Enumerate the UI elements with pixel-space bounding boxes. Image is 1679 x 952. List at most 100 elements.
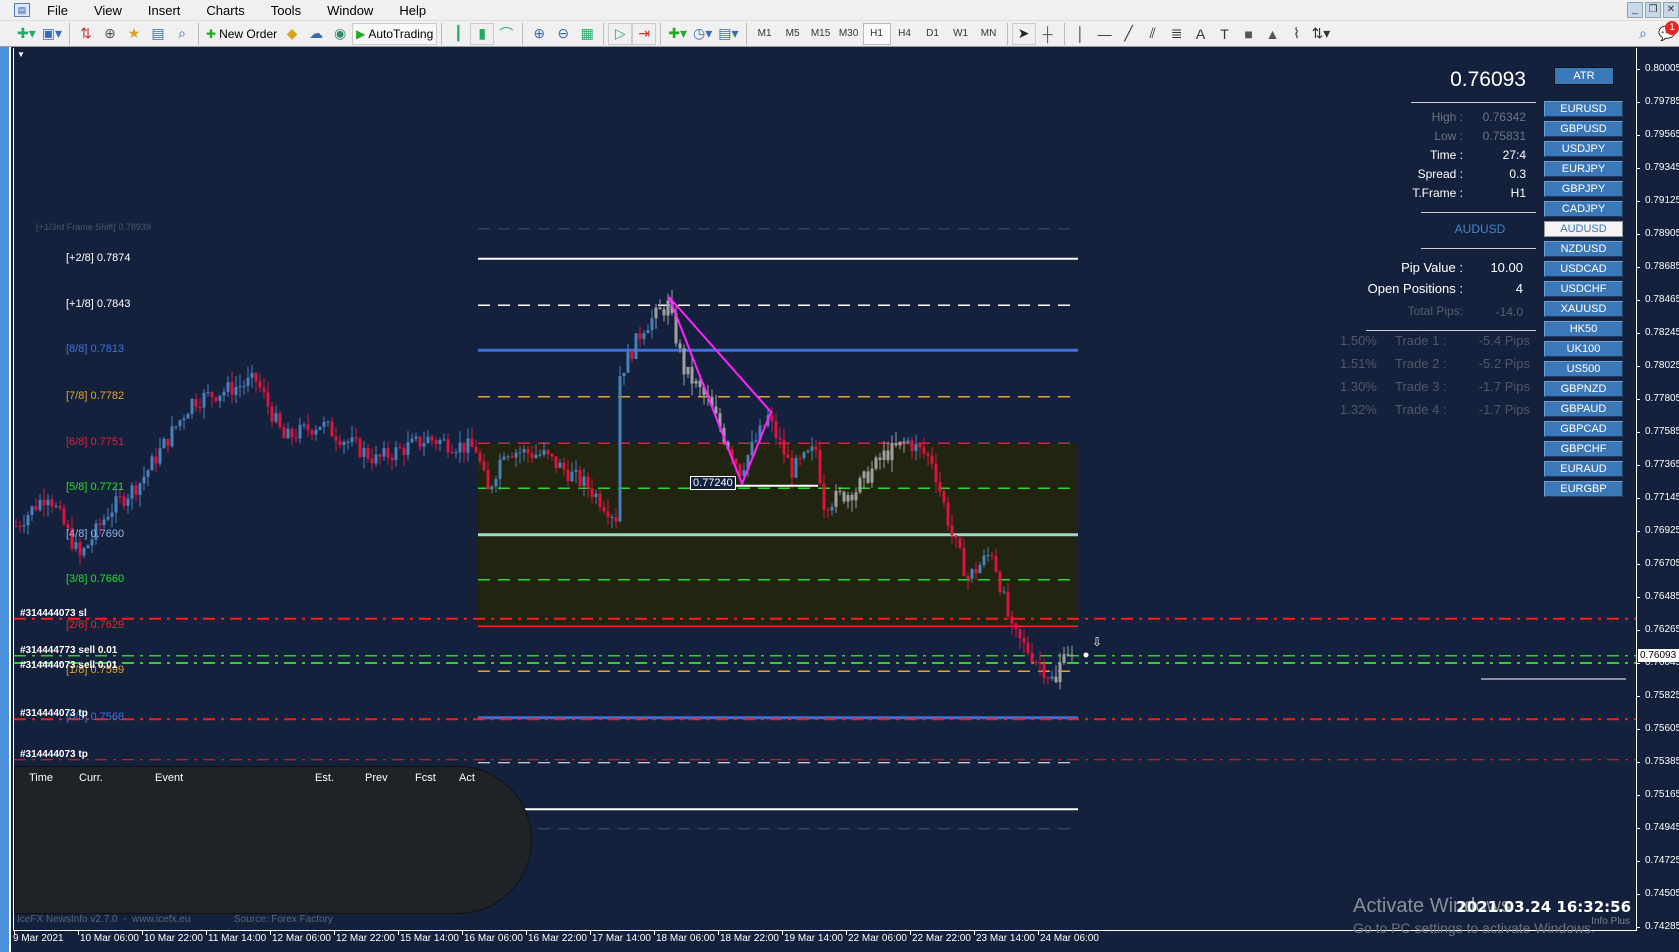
price-tick-label: 0.76705	[1645, 558, 1679, 569]
news-header-actual: Act	[459, 772, 475, 784]
time-tick-label: 22 Mar 22:00	[912, 933, 971, 944]
trade-pips: -1.7 Pips	[1478, 402, 1530, 417]
price-tick-mark	[1636, 729, 1640, 730]
symbol-button-eurjpy[interactable]: EURJPY	[1544, 161, 1623, 177]
symbol-button-audusd[interactable]: AUDUSD	[1544, 221, 1623, 237]
news-footer-version[interactable]: IceFX NewsInfo v2.7.0 - www.icefx.eu	[17, 914, 190, 925]
time-tick-label: 23 Mar 14:00	[976, 933, 1035, 944]
symbol-button-usdcad[interactable]: USDCAD	[1544, 261, 1623, 277]
news-panel: Time Curr. Event Est. Prev Fcst Act	[14, 766, 532, 914]
symbol-button-eurgbp[interactable]: EURGBP	[1544, 481, 1623, 497]
trade-pips: -5.2 Pips	[1478, 356, 1530, 371]
time-tick-mark	[142, 931, 143, 935]
murrey-level-label: [+1/3rd Frame Shift] 0.78939	[36, 222, 151, 232]
symbol-label: AUDUSD	[1454, 222, 1506, 236]
total-pips: -14.0	[1495, 305, 1523, 319]
news-header-currency: Curr.	[79, 772, 103, 784]
time-tick-mark	[910, 931, 911, 935]
level-value: 0.7751	[90, 436, 125, 449]
price-tick-label: 0.79125	[1645, 195, 1679, 206]
symbol-button-nzdusd[interactable]: NZDUSD	[1544, 241, 1623, 257]
symbol-button-gbpcad[interactable]: GBPCAD	[1544, 421, 1623, 437]
info-row-label: Time :	[1430, 148, 1463, 162]
symbol-button-gbpaud[interactable]: GBPAUD	[1544, 401, 1623, 417]
price-tick-label: 0.78905	[1645, 228, 1679, 239]
trade-label: #314444073 tp	[20, 748, 88, 760]
level-value: 0.7690	[90, 527, 125, 540]
price-tick-mark	[1636, 399, 1640, 400]
news-header-estimate: Est.	[315, 772, 334, 784]
time-tick-mark	[1038, 931, 1039, 935]
symbol-button-hk50[interactable]: HK50	[1544, 321, 1623, 337]
info-row-label: High :	[1431, 110, 1463, 124]
time-tick-label: 11 Mar 14:00	[208, 933, 267, 944]
level-value: 0.7843	[96, 298, 131, 311]
symbol-button-eurusd[interactable]: EURUSD	[1544, 101, 1623, 117]
symbol-button-cadjpy[interactable]: CADJPY	[1544, 201, 1623, 217]
trade-percent: 1.30%	[1340, 379, 1377, 394]
symbol-button-xauusd[interactable]: XAUUSD	[1544, 301, 1623, 317]
atr-button[interactable]: ATR	[1554, 67, 1614, 85]
trade-label: #314444073 sell 0.01	[20, 660, 118, 671]
price-tick-label: 0.77585	[1645, 426, 1679, 437]
price-tick-label: 0.78245	[1645, 327, 1679, 338]
level-value: 0.7568	[90, 710, 125, 723]
news-header-forecast: Fcst	[415, 772, 436, 784]
news-header-time: Time	[29, 772, 54, 784]
price-tick-mark	[1636, 597, 1640, 598]
symbol-button-usdjpy[interactable]: USDJPY	[1544, 141, 1623, 157]
time-tick-mark	[334, 931, 335, 935]
divider	[1421, 248, 1536, 249]
current-price-tag: 0.76093	[1638, 649, 1679, 662]
server-clock: 2021.03.24 16:32:56	[1456, 898, 1631, 916]
time-tick-mark	[206, 931, 207, 935]
divider	[1411, 102, 1536, 103]
price-tick-label: 0.76925	[1645, 525, 1679, 536]
current-price: 0.76093	[1450, 68, 1526, 91]
time-tick-label: 17 Mar 14:00	[592, 933, 651, 944]
time-tick-mark	[846, 931, 847, 935]
level-tag: [+2/8]	[66, 251, 94, 264]
time-tick-label: 18 Mar 06:00	[656, 933, 715, 944]
news-header-event: Event	[155, 772, 184, 784]
info-row-value: 0.3	[1509, 167, 1526, 181]
price-tick-mark	[1636, 333, 1640, 334]
symbol-button-uk100[interactable]: UK100	[1544, 341, 1623, 357]
symbol-button-gbpusd[interactable]: GBPUSD	[1544, 121, 1623, 137]
trade-name: Trade 1 :	[1395, 333, 1447, 348]
level-tag: [8/8]	[66, 343, 88, 356]
price-tick-label: 0.74285	[1645, 921, 1679, 932]
pip-value: 10.00	[1490, 260, 1523, 275]
price-tick-mark	[1636, 234, 1640, 235]
time-tick-label: 9 Mar 2021	[13, 933, 64, 944]
symbol-button-us500[interactable]: US500	[1544, 361, 1623, 377]
time-tick-mark	[718, 931, 719, 935]
symbol-button-gbpchf[interactable]: GBPCHF	[1544, 441, 1623, 457]
price-tick-mark	[1636, 168, 1640, 169]
price-tick-label: 0.78685	[1645, 261, 1679, 272]
price-tick-mark	[1636, 432, 1640, 433]
trade-percent: 1.50%	[1340, 333, 1377, 348]
price-tick-label: 0.76265	[1645, 624, 1679, 635]
price-tick-label: 0.75165	[1645, 789, 1679, 800]
price-tick-label: 0.79565	[1645, 129, 1679, 140]
time-tick-mark	[782, 931, 783, 935]
clock-caption: Info Plus	[1591, 916, 1630, 927]
watermark-subtitle: Go to PC settings to activate Windows.	[1353, 920, 1595, 936]
price-tick-mark	[1636, 465, 1640, 466]
news-header-previous: Prev	[365, 772, 388, 784]
symbol-button-gbpjpy[interactable]: GBPJPY	[1544, 181, 1623, 197]
divider	[1366, 330, 1536, 331]
time-tick-label: 12 Mar 06:00	[272, 933, 331, 944]
info-row-label: T.Frame :	[1412, 186, 1463, 200]
level-tag: [7/8]	[66, 389, 88, 402]
symbol-button-gbpnzd[interactable]: GBPNZD	[1544, 381, 1623, 397]
open-positions: 4	[1515, 281, 1523, 296]
level-value: 0.7813	[90, 343, 125, 356]
symbol-button-euraud[interactable]: EURAUD	[1544, 461, 1623, 477]
price-tick-mark	[1636, 795, 1640, 796]
price-tick-label: 0.75385	[1645, 756, 1679, 767]
price-tick-label: 0.79345	[1645, 162, 1679, 173]
trade-percent: 1.32%	[1340, 402, 1377, 417]
symbol-button-usdchf[interactable]: USDCHF	[1544, 281, 1623, 297]
